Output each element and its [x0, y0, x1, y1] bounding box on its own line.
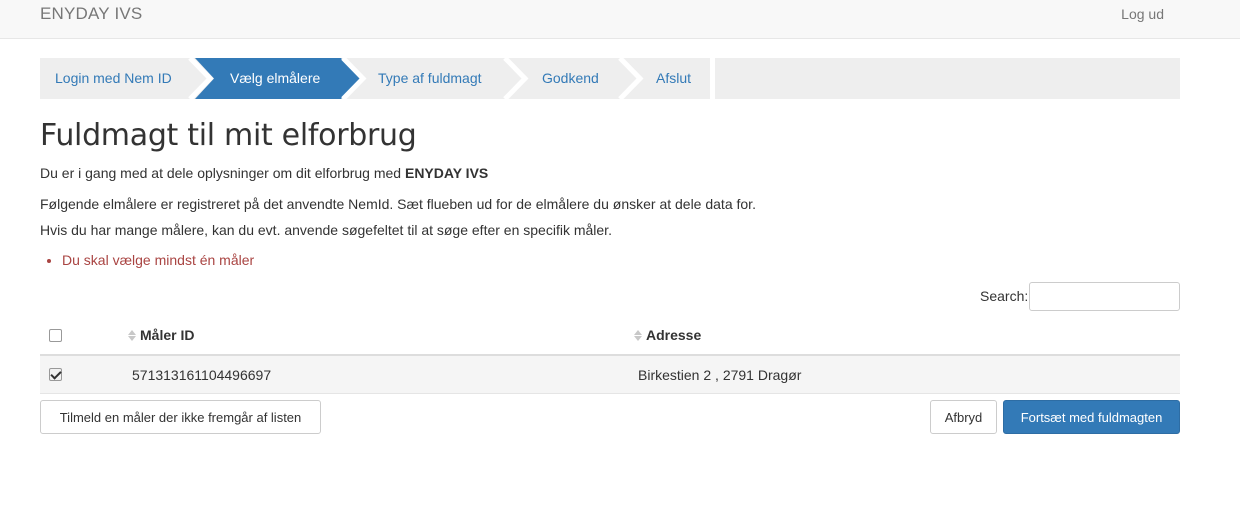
register-meter-button[interactable]: Tilmeld en måler der ikke fremgår af lis… [40, 400, 321, 434]
column-header-meter-id[interactable]: Måler ID [128, 327, 194, 343]
wizard-step-power-of-attorney-type[interactable]: Type af fuldmagt [378, 70, 482, 86]
instruction-paragraph: Følgende elmålere er registreret på det … [40, 196, 756, 212]
intro-prefix: Du er i gang med at dele oplysninger om … [40, 165, 405, 181]
wizard-step-finish[interactable]: Afslut [656, 70, 691, 86]
wizard-step-approve[interactable]: Godkend [542, 70, 599, 86]
sort-icon [634, 330, 642, 341]
column-header-label: Adresse [646, 327, 702, 343]
wizard-end-divider [710, 58, 715, 99]
select-all-checkbox[interactable] [49, 329, 62, 342]
logout-link[interactable]: Log ud [1121, 6, 1164, 22]
column-header-label: Måler ID [140, 327, 195, 343]
wizard-step-select-meters[interactable]: Vælg elmålere [230, 70, 320, 86]
search-input[interactable] [1029, 282, 1180, 311]
brand-name[interactable]: ENYDAY IVS [40, 4, 142, 24]
validation-errors: Du skal vælge mindst én måler [62, 252, 254, 268]
wizard-progress: Login med Nem ID Vælg elmålere Type af f… [40, 58, 1180, 99]
column-header-address[interactable]: Adresse [634, 327, 701, 343]
sort-icon [128, 330, 136, 341]
intro-text: Du er i gang med at dele oplysninger om … [40, 165, 488, 181]
wizard-background [40, 58, 1180, 99]
error-message: Du skal vælge mindst én måler [62, 252, 254, 268]
search-label: Search: [980, 288, 1029, 304]
top-navbar: ENYDAY IVS Log ud [0, 0, 1240, 39]
meter-id-cell: 571313161104496697 [132, 367, 272, 383]
table-row[interactable]: 571313161104496697 Birkestien 2 , 2791 D… [40, 356, 1180, 394]
wizard-step-login[interactable]: Login med Nem ID [55, 70, 172, 86]
page-title: Fuldmagt til mit elforbrug [40, 118, 417, 153]
table-header: Måler ID Adresse [40, 316, 1180, 356]
row-checkbox[interactable] [49, 368, 62, 381]
search-hint-paragraph: Hvis du har mange målere, kan du evt. an… [40, 222, 612, 238]
continue-button[interactable]: Fortsæt med fuldmagten [1003, 400, 1180, 434]
cancel-button[interactable]: Afbryd [930, 400, 997, 434]
address-cell: Birkestien 2 , 2791 Dragør [638, 367, 802, 383]
intro-company: ENYDAY IVS [404, 165, 489, 181]
meters-table: Måler ID Adresse 571313161104496697 Birk… [40, 316, 1180, 394]
